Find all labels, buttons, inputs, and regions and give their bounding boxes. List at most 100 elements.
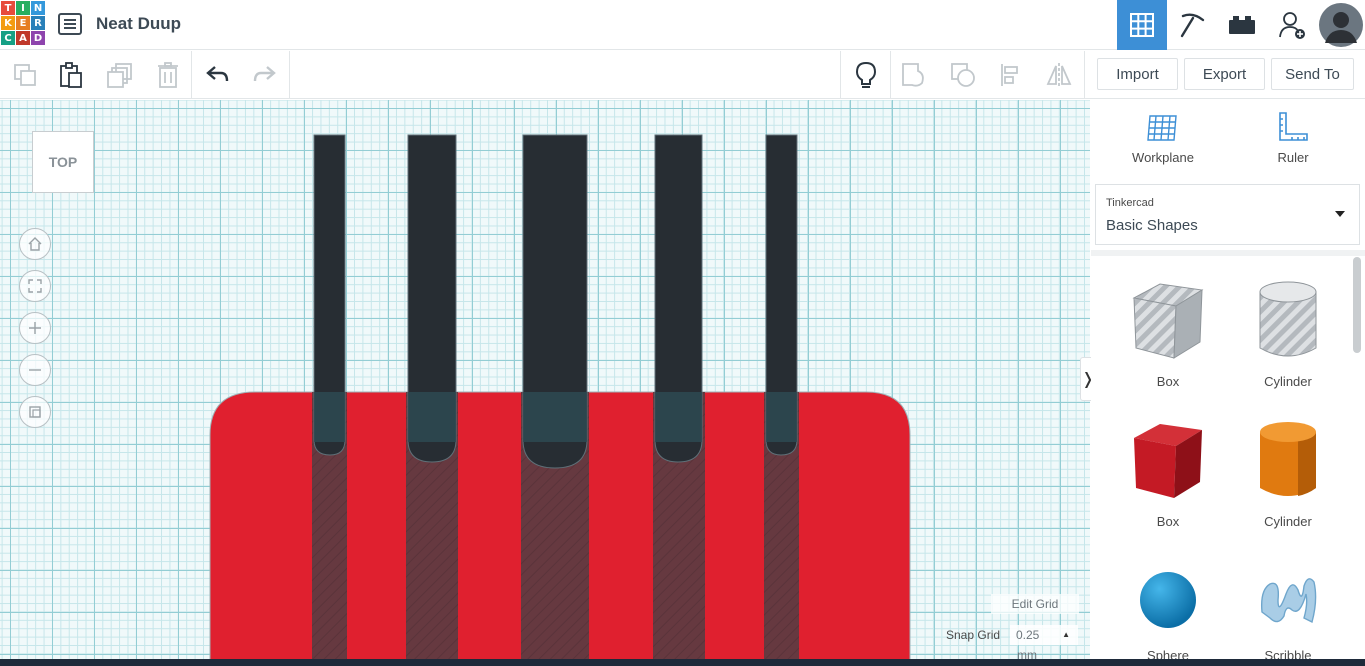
mirror-icon (1046, 63, 1072, 87)
shape-box[interactable]: Box (1113, 418, 1223, 529)
workplane-icon (1147, 115, 1177, 141)
box-hole-icon (1132, 283, 1204, 359)
ortho-view-button[interactable] (19, 396, 51, 428)
paste-icon (60, 62, 82, 88)
copy-button[interactable] (9, 59, 41, 91)
toolbar-divider (191, 51, 192, 99)
redo-icon (253, 66, 276, 82)
paste-button[interactable] (55, 59, 87, 91)
grid-icon (1130, 13, 1154, 37)
view-cube[interactable]: TOP (32, 131, 94, 193)
panel-divider (1091, 250, 1365, 256)
ruler-icon (1279, 112, 1308, 141)
copy-icon (14, 64, 36, 86)
undo-icon (206, 66, 229, 82)
ruler-tool[interactable]: Ruler (1238, 110, 1348, 165)
sphere-icon (1140, 572, 1196, 628)
logo-letter: A (16, 31, 30, 45)
tinkercad-logo[interactable]: TIN KER CAD (1, 1, 45, 47)
shapes-panel: Workplane Ruler Tinkercad Basic Shapes B… (1091, 100, 1365, 666)
design-title[interactable]: Neat Duup (96, 14, 181, 34)
toolbar: Import Export Send To (0, 51, 1365, 99)
workplane-tool[interactable]: Workplane (1108, 110, 1218, 165)
snap-grid-label: Snap Grid (946, 628, 1001, 642)
logo-letter: E (16, 16, 30, 30)
shape-label: Cylinder (1264, 374, 1312, 389)
group-icon (902, 63, 924, 87)
cylinder-icon (1260, 422, 1316, 496)
ungroup-icon (951, 63, 975, 87)
logo-letter: I (16, 1, 30, 15)
workplane-label: Workplane (1132, 150, 1194, 165)
bricks-view-button[interactable] (1217, 0, 1267, 50)
export-button[interactable]: Export (1184, 58, 1265, 90)
snap-grid-value: 0.25 (1016, 628, 1040, 642)
align-button[interactable] (995, 59, 1027, 91)
fit-view-button[interactable] (19, 270, 51, 302)
duplicate-button[interactable] (104, 59, 136, 91)
design-menu-icon[interactable] (58, 13, 82, 35)
logo-letter: R (31, 16, 45, 30)
edit-grid-button[interactable]: Edit Grid (991, 594, 1079, 614)
caret-down-icon (1335, 211, 1345, 217)
avatar (1319, 3, 1363, 47)
add-user-button[interactable] (1267, 0, 1317, 50)
align-icon (1001, 64, 1018, 86)
undo-button[interactable] (202, 59, 234, 91)
minus-icon (29, 369, 41, 371)
snap-grid-select[interactable]: 0.25 ▲ (1010, 625, 1078, 645)
box-icon (1134, 424, 1202, 498)
pickaxe-icon (1180, 13, 1205, 38)
fit-icon (28, 279, 42, 293)
ruler-label: Ruler (1277, 150, 1309, 165)
prong-overlap-2 (408, 392, 456, 442)
send-to-button[interactable]: Send To (1271, 58, 1354, 90)
shape-label: Cylinder (1264, 514, 1312, 529)
duplicate-icon (107, 63, 132, 88)
trash-icon (158, 62, 178, 88)
scribble-icon (1260, 578, 1317, 624)
mirror-button[interactable] (1043, 59, 1075, 91)
workplane-canvas[interactable]: TOP Edit Grid Snap Grid 0.25 ▲ mm (0, 100, 1090, 666)
redo-button[interactable] (248, 59, 280, 91)
toolbar-divider (1084, 51, 1085, 99)
library-name: Basic Shapes (1106, 217, 1198, 234)
logo-letter: T (1, 1, 15, 15)
zoom-in-button[interactable] (19, 312, 51, 344)
shape-label: Box (1156, 374, 1180, 389)
shape-scribble[interactable]: Scribble (1233, 560, 1343, 663)
os-taskbar (0, 659, 1365, 666)
home-icon (28, 237, 42, 251)
caret-up-icon: ▲ (1062, 630, 1070, 639)
group-button[interactable] (898, 59, 930, 91)
design-scene[interactable] (0, 100, 1090, 666)
zoom-out-button[interactable] (19, 354, 51, 386)
shape-sphere[interactable]: Sphere (1113, 560, 1223, 663)
import-button[interactable]: Import (1097, 58, 1178, 90)
logo-letter: D (31, 31, 45, 45)
ungroup-button[interactable] (947, 59, 979, 91)
profile-button[interactable] (1317, 0, 1365, 50)
delete-button[interactable] (152, 59, 184, 91)
build-view-button[interactable] (1167, 0, 1217, 50)
logo-letter: K (1, 16, 15, 30)
prong-overlap-5 (766, 392, 797, 442)
shape-box-hole[interactable]: Box (1113, 278, 1223, 389)
notes-button[interactable] (850, 59, 882, 91)
shape-cylinder[interactable]: Cylinder (1233, 418, 1343, 529)
toolbar-divider (890, 51, 891, 99)
library-provider: Tinkercad (1106, 197, 1154, 209)
toolbar-divider (289, 51, 290, 99)
lightbulb-icon (855, 61, 877, 88)
cylinder-hole-icon (1259, 281, 1317, 357)
plus-icon (29, 322, 41, 334)
prong-overlap-3 (523, 392, 587, 442)
top-bar: TIN KER CAD Neat Duup (0, 0, 1365, 50)
logo-letter: N (31, 1, 45, 15)
3d-design-view-button[interactable] (1117, 0, 1167, 50)
panel-scrollbar[interactable] (1353, 257, 1361, 353)
perspective-icon (29, 406, 41, 418)
shape-cylinder-hole[interactable]: Cylinder (1233, 278, 1343, 389)
shape-library-dropdown[interactable]: Tinkercad Basic Shapes (1095, 184, 1360, 245)
home-view-button[interactable] (19, 228, 51, 260)
